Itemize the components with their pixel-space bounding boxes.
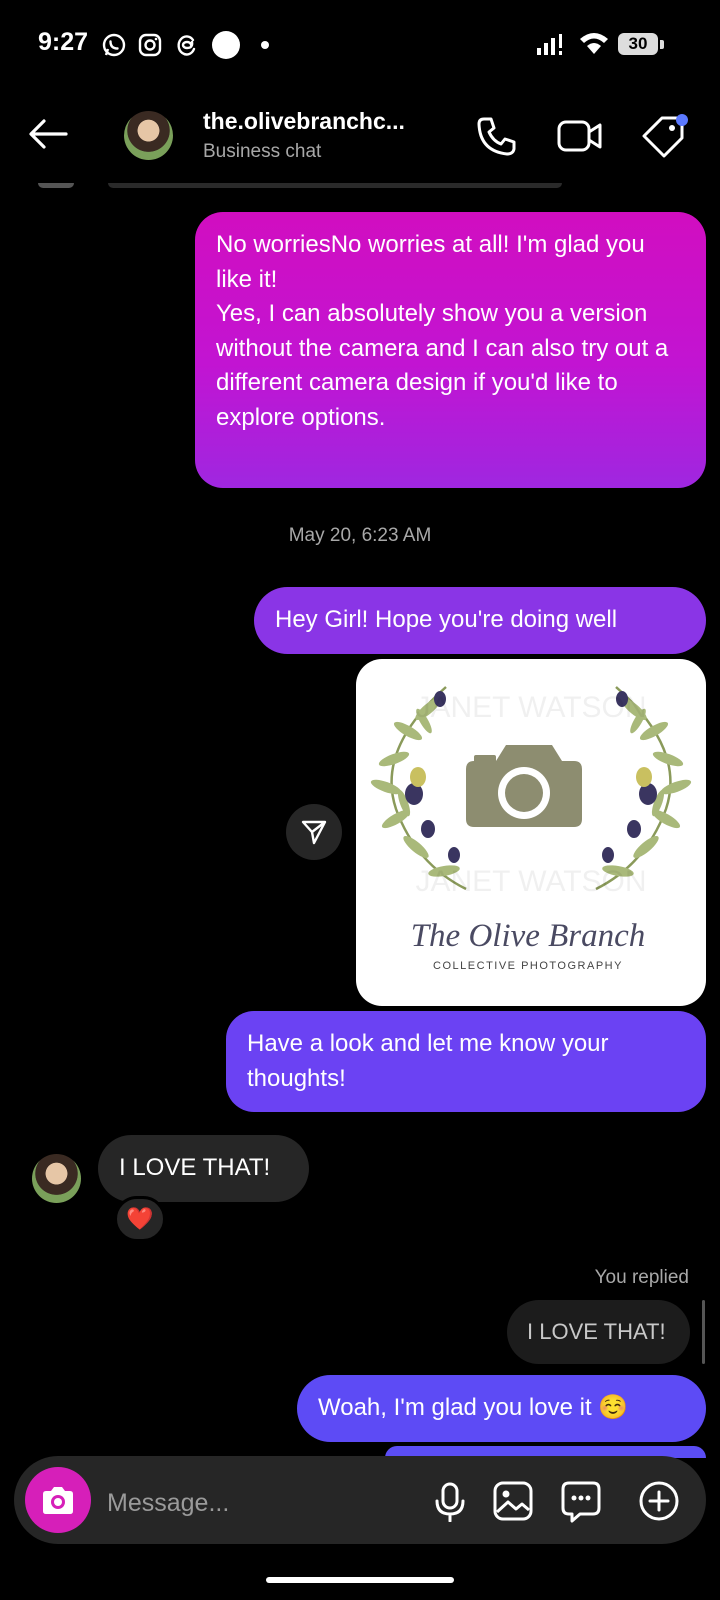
outgoing-message[interactable]: Hey Girl! Hope you're doing well [254, 587, 706, 654]
send-icon [301, 820, 327, 845]
logo-title: The Olive Branch [411, 918, 646, 954]
camera-button[interactable] [25, 1467, 91, 1533]
video-call-icon[interactable] [556, 116, 604, 156]
logo-subtitle: COLLECTIVE PHOTOGRAPHY [433, 960, 623, 972]
contact-subtitle: Business chat [203, 141, 322, 162]
tag-badge [676, 114, 688, 126]
outgoing-message[interactable]: Woah, I'm glad you love it ☺️ [297, 1375, 706, 1442]
gallery-icon[interactable] [492, 1480, 534, 1522]
sender-avatar[interactable] [32, 1154, 81, 1203]
notification-dot-icon [212, 31, 240, 59]
battery-icon: 30 [618, 33, 658, 55]
olive-branch-logo: JANET WATSON JANET WATSON The Olive Bran… [370, 686, 692, 972]
shared-image[interactable]: JANET WATSON JANET WATSON The Olive Bran… [356, 659, 706, 1006]
sticker-icon[interactable] [560, 1480, 602, 1524]
outgoing-message[interactable]: No worriesNo worries at all! I'm glad yo… [195, 212, 706, 488]
battery-tip [660, 40, 664, 49]
quoted-message[interactable]: I LOVE THAT! [507, 1300, 690, 1364]
microphone-icon[interactable] [432, 1482, 468, 1522]
wifi-icon [580, 33, 608, 54]
previous-avatar-edge [38, 183, 74, 188]
home-indicator[interactable] [266, 1577, 454, 1583]
svg-text:JANET WATSON: JANET WATSON [415, 691, 646, 724]
contact-avatar[interactable] [124, 111, 173, 160]
previous-message-edge [108, 183, 562, 188]
share-button[interactable] [286, 804, 342, 860]
signal-icon [537, 34, 562, 55]
message-input[interactable] [105, 1482, 409, 1524]
more-notifications-icon [261, 41, 269, 49]
camera-icon [43, 1487, 73, 1514]
back-arrow-icon[interactable] [26, 116, 70, 152]
incoming-message[interactable]: I LOVE THAT! [98, 1135, 309, 1202]
replied-label: You replied [594, 1267, 689, 1288]
instagram-icon [138, 33, 162, 57]
contact-name[interactable]: the.olivebranchc... [203, 108, 405, 135]
status-time: 9:27 [38, 28, 89, 56]
heart-reaction-icon[interactable]: ❤️ [114, 1196, 166, 1242]
outgoing-message[interactable]: Have a look and let me know your thought… [226, 1011, 706, 1112]
plus-icon[interactable] [638, 1480, 680, 1522]
threads-icon [177, 35, 196, 56]
timestamp: May 20, 6:23 AM [288, 525, 432, 546]
phone-icon[interactable] [474, 114, 518, 158]
svg-text:JANET WATSON: JANET WATSON [415, 865, 646, 898]
reply-bar [702, 1300, 705, 1364]
whatsapp-icon [102, 33, 126, 57]
